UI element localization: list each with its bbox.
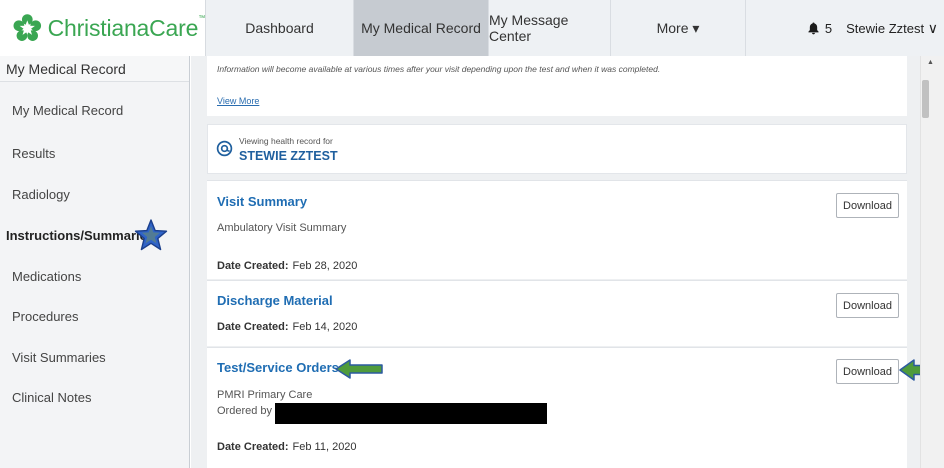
arrow-left-annotation-icon <box>335 359 383 379</box>
christianacare-logo-icon <box>13 14 42 41</box>
record-subtitle: PMRI Primary Care <box>217 389 313 401</box>
sidebar-item-procedures[interactable]: Procedures <box>12 309 78 324</box>
patient-name[interactable]: STEWIE ZZTEST <box>239 149 338 163</box>
user-name: Stewie Zztest <box>846 20 925 36</box>
brand-name: ChristianaCare™ <box>47 14 206 42</box>
user-menu[interactable]: Stewie Zztest ∨ <box>846 20 938 37</box>
date-value: Feb 14, 2020 <box>292 321 358 333</box>
patient-card: Viewing health record for STEWIE ZZTEST <box>207 124 907 174</box>
sidebar-item-visit-summaries[interactable]: Visit Summaries <box>12 350 106 365</box>
user-area: 5 Stewie Zztest ∨ <box>808 0 944 56</box>
top-navigation: Dashboard My Medical Record My Message C… <box>206 0 944 56</box>
brand-name-text: ChristianaCare <box>47 14 199 41</box>
nav-dashboard[interactable]: Dashboard <box>206 0 354 56</box>
sidebar-item-medications[interactable]: Medications <box>12 269 81 284</box>
availability-note: Information will become available at var… <box>217 64 661 74</box>
record-subtitle: Ambulatory Visit Summary <box>217 222 347 234</box>
at-sign-icon <box>216 140 233 157</box>
chevron-down-icon: ∨ <box>927 19 938 36</box>
logo[interactable]: ChristianaCare™ <box>0 0 206 56</box>
sidebar-item-results[interactable]: Results <box>12 146 55 161</box>
record-date: Date Created: Feb 11, 2020 <box>217 441 357 453</box>
viewing-label: Viewing health record for <box>239 136 333 146</box>
date-label: Date Created: <box>217 441 289 453</box>
page: ChristianaCare™ Dashboard My Medical Rec… <box>0 0 944 468</box>
nav-my-medical-record[interactable]: My Medical Record <box>354 0 489 56</box>
download-button[interactable]: Download <box>836 193 899 218</box>
view-more-link[interactable]: View More <box>217 96 259 106</box>
trademark: ™ <box>198 14 205 22</box>
notifications-button[interactable]: 5 <box>808 21 832 36</box>
download-button[interactable]: Download <box>836 359 899 384</box>
record-date: Date Created: Feb 28, 2020 <box>217 260 357 272</box>
ordered-by-label: Ordered by <box>217 405 273 417</box>
date-value: Feb 11, 2020 <box>292 441 357 453</box>
sidebar-item-clinical-notes[interactable]: Clinical Notes <box>12 390 91 405</box>
date-label: Date Created: <box>217 321 289 333</box>
record-date: Date Created: Feb 14, 2020 <box>217 321 357 333</box>
record-card-visit-summary: Visit Summary Ambulatory Visit Summary D… <box>207 180 907 279</box>
notification-count: 5 <box>824 20 833 36</box>
scroll-up-arrow-icon[interactable]: ▲ <box>927 59 934 66</box>
date-value: Feb 28, 2020 <box>292 260 358 272</box>
sidebar: My Medical Record My Medical Record Resu… <box>0 56 190 468</box>
date-label: Date Created: <box>217 260 289 272</box>
download-button[interactable]: Download <box>836 293 899 318</box>
scroll-thumb[interactable] <box>922 80 929 118</box>
record-title[interactable]: Test/Service Orders <box>217 360 339 375</box>
record-title[interactable]: Visit Summary <box>217 194 307 209</box>
redaction-bar <box>275 403 547 424</box>
nav-more-menu[interactable]: More ▾ <box>611 0 746 56</box>
sidebar-item-radiology[interactable]: Radiology <box>12 187 70 202</box>
sidebar-item-my-medical-record[interactable]: My Medical Record <box>12 103 123 118</box>
record-title[interactable]: Discharge Material <box>217 293 333 308</box>
star-annotation-icon <box>134 219 168 251</box>
bell-icon <box>808 22 819 34</box>
record-card-test-service-orders: Test/Service Orders PMRI Primary Care Or… <box>207 347 907 468</box>
record-card-discharge-material: Discharge Material Date Created: Feb 14, … <box>207 280 907 346</box>
sidebar-item-instructions-summaries[interactable]: Instructions/Summaries <box>6 228 154 243</box>
info-card: Information will become available at var… <box>207 56 907 116</box>
sidebar-title: My Medical Record <box>0 56 189 82</box>
nav-my-message-center[interactable]: My Message Center <box>489 0 611 56</box>
